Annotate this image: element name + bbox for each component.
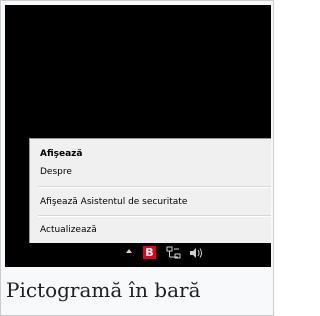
menu-item-update[interactable]: Actualizează <box>30 221 271 239</box>
volume-icon[interactable] <box>189 247 203 259</box>
menu-item-about[interactable]: Despre <box>30 163 271 181</box>
bitdefender-icon[interactable]: B <box>143 246 156 259</box>
thumbnail-frame: Afişează Despre Afişează Asistentul de s… <box>0 0 274 316</box>
menu-item-label: Afişează Asistentul de securitate <box>40 197 188 207</box>
menu-item-label: Despre <box>40 167 72 177</box>
taskbar-tray: B <box>5 243 271 267</box>
menu-separator <box>38 186 271 188</box>
show-hidden-icons-arrow-icon[interactable] <box>126 249 132 253</box>
menu-separator <box>38 215 271 217</box>
screenshot-area: Afişează Despre Afişează Asistentul de s… <box>5 5 271 267</box>
menu-item-label: Actualizează <box>40 225 97 235</box>
menu-item-label: Afişează <box>40 149 83 159</box>
network-icon[interactable] <box>166 246 182 260</box>
menu-item-show[interactable]: Afişează <box>30 145 271 163</box>
tray-context-menu: Afişează Despre Afişează Asistentul de s… <box>29 138 271 245</box>
image-caption: Pictogramă în bară <box>6 278 201 302</box>
menu-item-security-assistant[interactable]: Afişează Asistentul de securitate <box>30 193 271 211</box>
